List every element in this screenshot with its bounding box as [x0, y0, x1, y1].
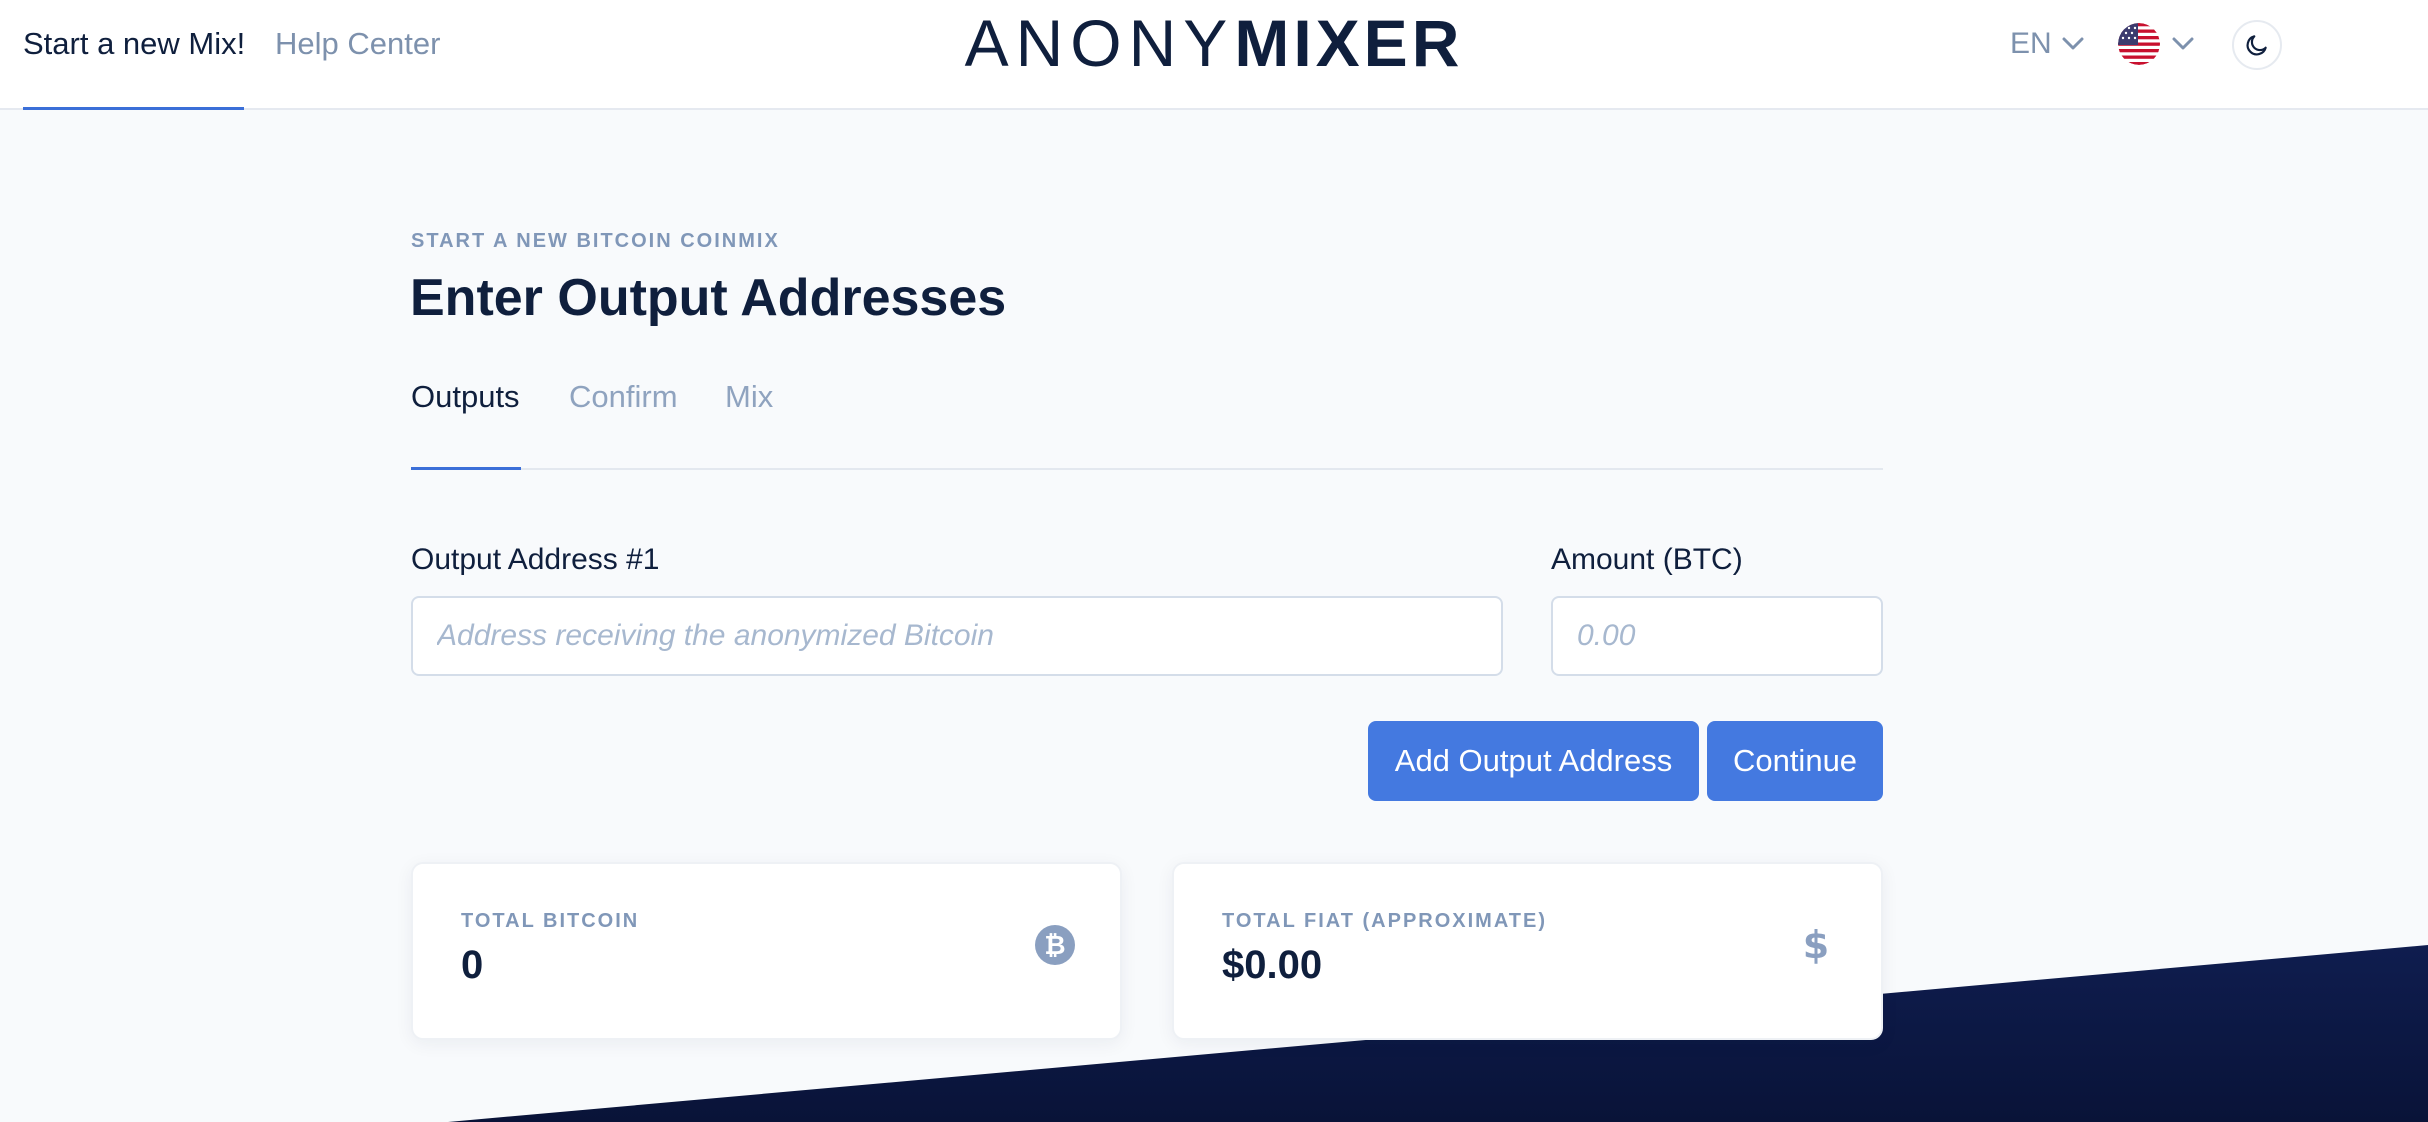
svg-text:$: $ — [1803, 924, 1829, 966]
tab-outputs[interactable]: Outputs — [411, 375, 520, 419]
language-selector[interactable]: EN — [2010, 22, 2084, 66]
tabs-divider — [411, 468, 1883, 470]
currency-selector[interactable] — [2118, 22, 2194, 66]
moon-icon — [2246, 35, 2267, 56]
step-tabs: Outputs Confirm Mix — [411, 375, 1883, 470]
chevron-down-icon — [2172, 37, 2194, 50]
total-bitcoin-value: 0 — [461, 943, 484, 987]
output-address-label: Output Address #1 — [411, 543, 660, 576]
add-output-address-button[interactable]: Add Output Address — [1368, 721, 1699, 801]
top-navigation-bar: Start a new Mix! Help Center ANONYMIXER … — [0, 0, 2428, 110]
bitcoin-icon: ₿ — [1035, 925, 1075, 965]
logo-light-text: ANONY — [964, 6, 1235, 80]
us-flag-icon — [2118, 23, 2160, 65]
active-nav-indicator — [23, 107, 244, 110]
total-bitcoin-label: TOTAL BITCOIN — [461, 910, 640, 932]
amount-label: Amount (BTC) — [1551, 543, 1743, 576]
total-fiat-label: TOTAL FIAT (APPROXIMATE) — [1222, 910, 1548, 932]
active-tab-indicator — [411, 467, 521, 470]
page-eyebrow: START A NEW BITCOIN COINMIX — [411, 230, 780, 252]
output-address-input[interactable] — [411, 596, 1503, 676]
tab-confirm[interactable]: Confirm — [569, 375, 678, 419]
total-fiat-value: $0.00 — [1222, 943, 1323, 987]
language-code: EN — [2010, 27, 2052, 60]
total-bitcoin-card: TOTAL BITCOIN 0 ₿ — [411, 862, 1122, 1040]
continue-button[interactable]: Continue — [1707, 721, 1883, 801]
page-title: Enter Output Addresses — [410, 269, 1007, 327]
theme-toggle-button[interactable] — [2232, 20, 2282, 70]
total-fiat-card: TOTAL FIAT (APPROXIMATE) $0.00 $ — [1172, 862, 1883, 1040]
svg-text:₿: ₿ — [1044, 931, 1065, 961]
logo-bold-text: MIXER — [1234, 6, 1464, 80]
amount-input[interactable] — [1551, 596, 1883, 676]
dollar-icon: $ — [1803, 924, 1829, 966]
chevron-down-icon — [2062, 37, 2084, 50]
tab-mix[interactable]: Mix — [725, 375, 773, 419]
